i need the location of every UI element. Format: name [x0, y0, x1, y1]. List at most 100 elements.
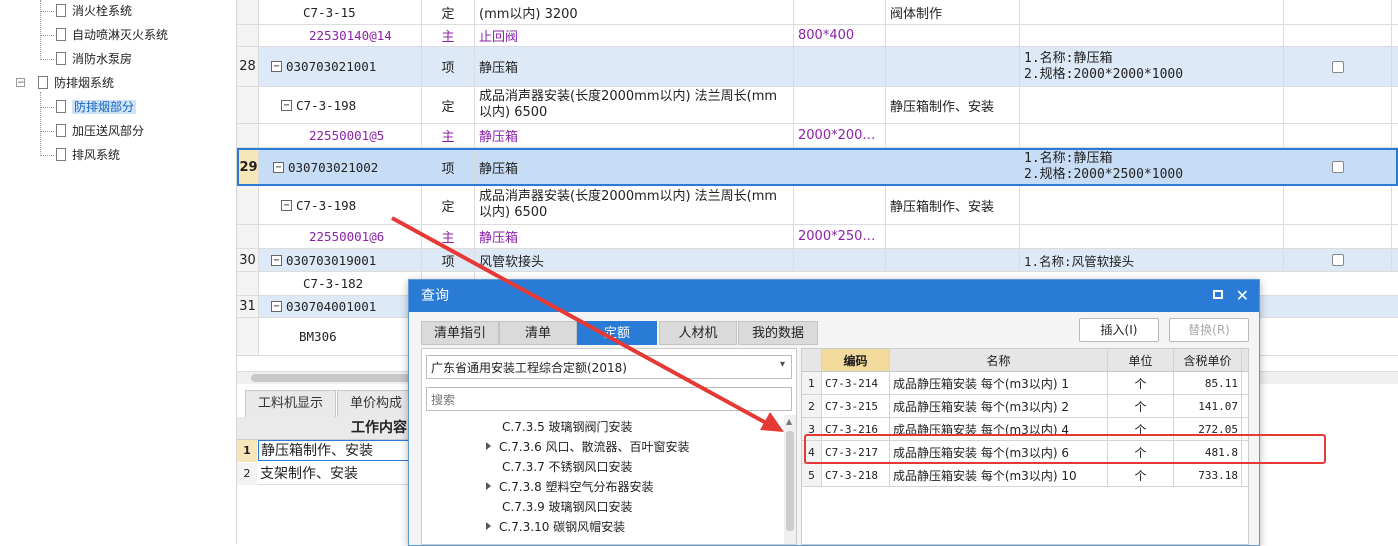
column-header-price[interactable]: 含税单价 [1174, 349, 1242, 371]
item-feature [1020, 124, 1284, 147]
scroll-up-icon[interactable]: ▲ [786, 417, 792, 426]
row-checkbox[interactable] [1331, 161, 1344, 173]
category-item[interactable]: C.7.3.5 玻璃钢阀门安装 [502, 417, 633, 437]
row-checkbox[interactable] [1331, 254, 1344, 266]
item-spec [794, 47, 886, 86]
table-row[interactable]: − C7-3-198 定 成品消声器安装(长度2000mm以内) 法兰周长(mm以… [237, 186, 1398, 225]
tree-item-pump-room[interactable]: 消防水泵房 [56, 48, 132, 70]
item-spec: 800*400 [794, 25, 886, 46]
collapse-toggle-icon[interactable]: − [271, 301, 282, 312]
row-number: 30 [237, 249, 259, 271]
item-code: 22550001@6 [259, 225, 422, 248]
search-input[interactable] [429, 390, 783, 410]
collapse-toggle-icon[interactable]: − [273, 161, 284, 173]
item-type: 定 [422, 0, 475, 24]
tab-unit-price[interactable]: 单价构成 [337, 390, 416, 417]
item-code: 030703021001 [286, 59, 377, 74]
row-number: 2 [237, 463, 257, 485]
search-box[interactable] [426, 387, 792, 411]
row-number: 31 [237, 296, 259, 317]
item-code: 22530140@14 [259, 25, 422, 46]
document-icon [56, 148, 66, 161]
item-feature [1020, 225, 1284, 248]
category-item[interactable]: C.7.3.9 玻璃钢风口安装 [502, 497, 633, 517]
category-item[interactable]: C.7.3.10 碳钢风帽安装 [486, 517, 625, 537]
work-content-row[interactable]: 支架制作、安装 [258, 463, 410, 485]
table-row[interactable]: 3 C7-3-216 成品静压箱安装 每个(m3以内) 4 个 272.05 [802, 418, 1248, 441]
quota-code: C7-3-215 [822, 395, 890, 417]
maximize-icon[interactable] [1213, 290, 1223, 299]
insert-button[interactable]: 插入(I) [1079, 318, 1159, 342]
column-header-unit[interactable]: 单位 [1108, 349, 1174, 371]
tree-item-smoke-exhaust[interactable]: 防排烟部分 [56, 96, 137, 118]
collapse-toggle-icon[interactable]: − [271, 254, 282, 266]
work-content-row[interactable]: 静压箱制作、安装 [258, 440, 410, 461]
collapse-toggle-icon[interactable]: − [16, 78, 25, 88]
quota-library-select[interactable]: 广东省通用安装工程综合定额(2018) ▾ [426, 355, 792, 379]
scrollbar-thumb[interactable] [786, 431, 794, 531]
column-header-code[interactable]: 编码 [822, 349, 890, 371]
table-row[interactable]: 4 C7-3-217 成品静压箱安装 每个(m3以内) 6 个 481.8 [802, 441, 1248, 464]
row-checkbox[interactable] [1331, 60, 1344, 73]
quota-category-pane: 广东省通用安装工程综合定额(2018) ▾ C.7.3.5 玻璃钢阀门安装 C.… [421, 348, 797, 545]
quota-price: 85.11 [1174, 372, 1242, 394]
row-number: 28 [237, 47, 259, 86]
table-row[interactable]: − C7-3-198 定 成品消声器安装(长度2000mm以内) 法兰周长(mm以… [237, 87, 1398, 124]
tab-labor-materials[interactable]: 工料机显示 [245, 390, 337, 417]
category-item[interactable]: C.7.3.8 塑料空气分布器安装 [486, 477, 654, 497]
tab-my-data[interactable]: 我的数据 [738, 321, 818, 345]
table-row[interactable]: 22550001@5 主 静压箱 2000*200… [237, 124, 1398, 148]
tab-bill[interactable]: 清单 [499, 321, 577, 345]
table-row[interactable]: 30 −030703019001 项 风管软接头 1.名称:风管软接头 [237, 249, 1398, 272]
item-work [886, 225, 1020, 248]
table-row[interactable]: 1 C7-3-214 成品静压箱安装 每个(m3以内) 1 个 85.11 [802, 372, 1248, 395]
item-flag [1284, 0, 1392, 24]
vertical-scrollbar[interactable]: ▲ [784, 415, 796, 544]
table-row[interactable]: 5 C7-3-218 成品静压箱安装 每个(m3以内) 10 个 733.18 [802, 464, 1248, 487]
collapse-toggle-icon[interactable]: − [281, 99, 292, 111]
expand-arrow-icon[interactable] [486, 482, 491, 490]
row-number: 29 [239, 150, 259, 184]
tab-quota[interactable]: 定额 [577, 321, 657, 345]
quota-price: 733.18 [1174, 464, 1242, 486]
document-icon [38, 76, 48, 89]
replace-button[interactable]: 替换(R) [1169, 318, 1249, 342]
item-flag [1284, 87, 1392, 123]
item-feature: 1.名称:静压箱 2.规格:2000*2000*1000 [1020, 47, 1284, 86]
tree-item-sprinkler[interactable]: 自动喷淋灭火系统 [56, 24, 168, 46]
quota-code: C7-3-218 [822, 464, 890, 486]
collapse-toggle-icon[interactable]: − [271, 61, 282, 72]
tab-labor-materials[interactable]: 人材机 [659, 321, 737, 345]
tree-item-smoke-system[interactable]: 防排烟系统 [38, 72, 114, 94]
item-flag [1284, 225, 1392, 248]
item-work: 阀体制作 [886, 0, 1020, 24]
table-row[interactable]: 2 C7-3-215 成品静压箱安装 每个(m3以内) 2 个 141.07 [802, 395, 1248, 418]
row-number [237, 87, 259, 123]
collapse-toggle-icon[interactable]: − [281, 199, 292, 211]
quota-code: C7-3-214 [822, 372, 890, 394]
tree-item-exhaust[interactable]: 排风系统 [56, 144, 120, 166]
item-spec [794, 87, 886, 123]
expand-arrow-icon[interactable] [486, 442, 491, 450]
row-number: 3 [802, 418, 822, 440]
category-item[interactable]: C.7.3.6 风口、散流器、百叶窗安装 [486, 437, 690, 457]
dialog-titlebar[interactable]: 查询 ✕ [409, 280, 1259, 312]
table-row-selected[interactable]: 29 −030703021002 项 静压箱 1.名称:静压箱 2.规格:200… [237, 148, 1398, 186]
tree-item-pressurized-air[interactable]: 加压送风部分 [56, 120, 144, 142]
expand-arrow-icon[interactable] [486, 522, 491, 530]
table-row[interactable]: 22550001@6 主 静压箱 2000*250… [237, 225, 1398, 249]
tree-item-fire-hydrant[interactable]: 消火栓系统 [56, 0, 132, 22]
category-item[interactable]: C.7.3.7 不锈钢风口安装 [502, 457, 633, 477]
item-code: C7-3-182 [259, 272, 422, 295]
document-icon [56, 4, 66, 17]
table-row[interactable]: C7-3-15 定 (mm以内) 3200 阀体制作 [237, 0, 1398, 25]
item-work [886, 47, 1020, 86]
table-row[interactable]: 22530140@14 主 止回阀 800*400 [237, 25, 1398, 47]
close-icon[interactable]: ✕ [1236, 280, 1249, 312]
item-feature [1020, 186, 1284, 224]
item-work [886, 150, 1020, 184]
column-header-name[interactable]: 名称 [890, 349, 1108, 371]
item-type: 项 [422, 47, 475, 86]
tab-bill-guide[interactable]: 清单指引 [421, 321, 499, 345]
table-row[interactable]: 28 −030703021001 项 静压箱 1.名称:静压箱 2.规格:200… [237, 47, 1398, 87]
